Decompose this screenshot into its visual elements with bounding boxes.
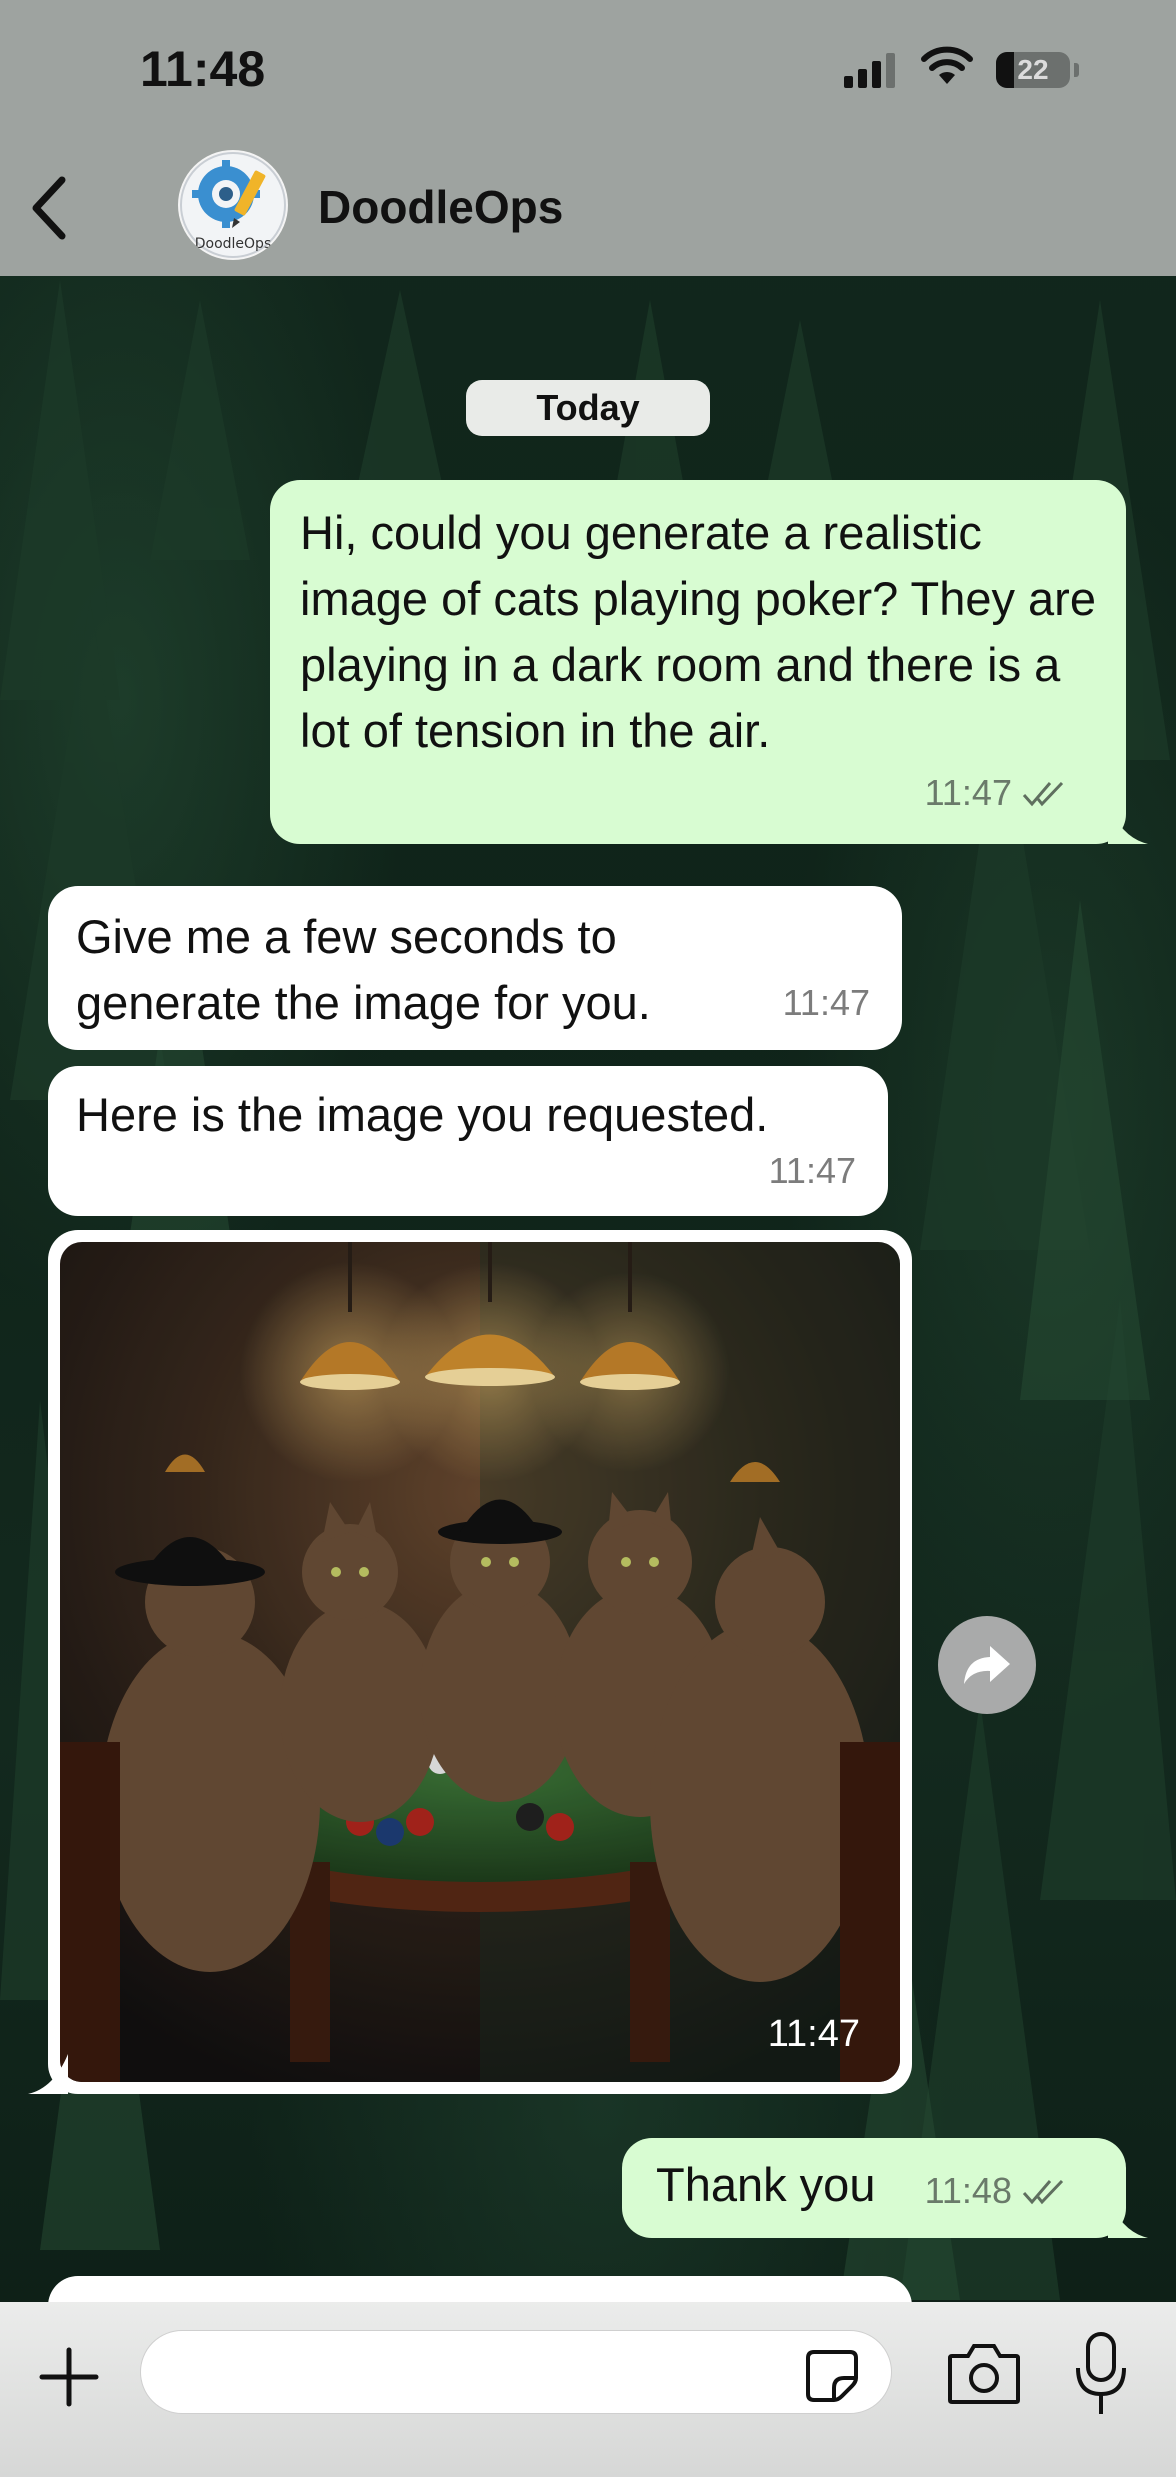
cellular-signal-icon — [844, 53, 895, 88]
forward-button[interactable] — [938, 1616, 1036, 1714]
avatar[interactable]: DoodleOps — [178, 150, 288, 260]
message-time-label: 11:47 — [924, 772, 1012, 813]
contact-name[interactable]: DoodleOps — [318, 180, 563, 234]
message-input[interactable] — [140, 2330, 892, 2414]
date-separator: Today — [466, 380, 710, 436]
message-text: Hi, could you generate a realistic image… — [300, 506, 1096, 757]
microphone-icon[interactable] — [1070, 2330, 1132, 2420]
message-text: Give me a few seconds to generate the im… — [76, 910, 651, 1029]
battery-indicator: 22 — [996, 52, 1070, 88]
forward-arrow-icon — [964, 1646, 1010, 1684]
back-chevron-icon[interactable] — [20, 170, 80, 246]
incoming-message[interactable]: Give me a few seconds to generate the im… — [48, 886, 902, 1050]
message-text: Here is the image you requested. — [76, 1088, 769, 1141]
bubble-tail — [1108, 2198, 1148, 2238]
bubble-tail — [28, 2054, 68, 2094]
header-bar: 11:48 22 DoodleOps DoodleOps — [0, 0, 1176, 276]
message-time: 11:47 — [782, 982, 870, 1023]
outgoing-message[interactable]: Hi, could you generate a realistic image… — [270, 480, 1126, 844]
camera-icon[interactable] — [946, 2340, 1022, 2406]
message-time-label: 11:48 — [924, 2170, 1012, 2211]
incoming-message[interactable]: Here is the image you requested. 11:47 — [48, 1066, 888, 1216]
message-time: 11:47 — [925, 760, 1066, 826]
bubble-tail — [1108, 804, 1148, 844]
svg-text:DoodleOps: DoodleOps — [195, 236, 272, 252]
wifi-icon — [921, 46, 973, 84]
double-check-icon — [1022, 2179, 1064, 2205]
double-check-icon — [1022, 781, 1064, 807]
message-text: Thank you — [656, 2158, 876, 2211]
message-time: 11:47 — [768, 1150, 856, 1191]
image-message[interactable]: 11:47 — [48, 1230, 912, 2094]
attach-plus-icon[interactable] — [34, 2342, 104, 2412]
generated-image-cats-poker[interactable]: 11:47 — [60, 1242, 900, 2082]
message-time: 11:47 — [767, 2013, 860, 2055]
doodleops-logo-icon: DoodleOps — [180, 152, 286, 258]
sticker-icon[interactable] — [804, 2348, 860, 2404]
message-time: 11:48 — [925, 2158, 1066, 2224]
status-time: 11:48 — [140, 41, 266, 97]
battery-level: 22 — [1017, 54, 1049, 85]
outgoing-message[interactable]: Thank you 11:48 — [622, 2138, 1126, 2238]
